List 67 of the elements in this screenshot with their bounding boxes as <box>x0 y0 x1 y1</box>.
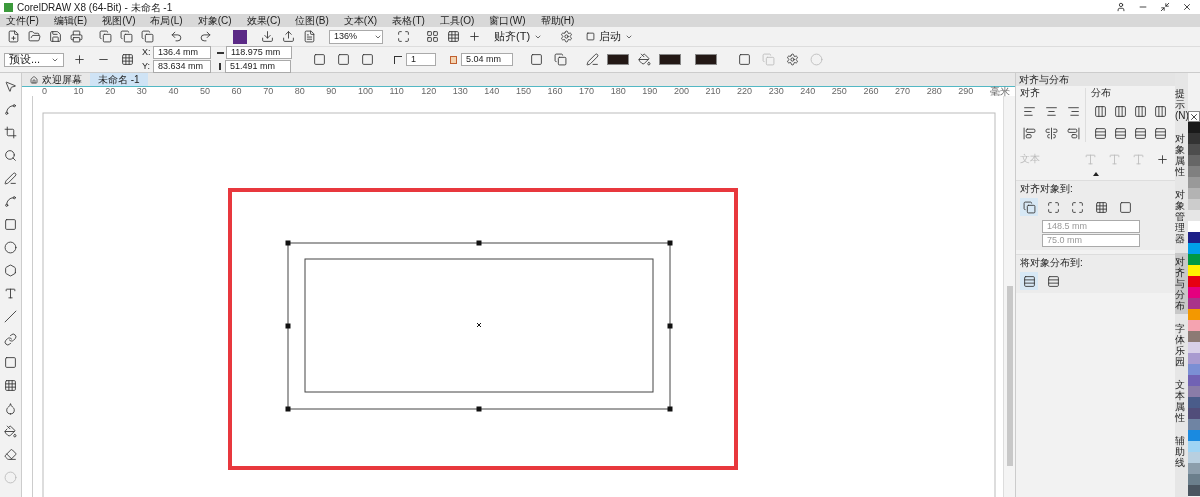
menu-item[interactable]: 视图(V) <box>102 15 136 26</box>
ruler-label: 70 <box>263 87 275 96</box>
distribute-to-heading: 将对象分布到: <box>1020 258 1084 268</box>
ruler-label: 110 <box>389 87 405 96</box>
ruler-label: 150 <box>515 87 532 96</box>
ruler-unit: 毫米 <box>989 87 1010 96</box>
menu-item[interactable]: 文本(X) <box>343 15 378 26</box>
ruler-label: 290 <box>958 87 975 96</box>
ruler-label: 270 <box>895 87 912 96</box>
outline-width-field[interactable]: 5.04 mm <box>461 53 513 66</box>
corner-count-field[interactable]: 1 <box>406 53 436 66</box>
docker-tab[interactable]: 文本属性 <box>1175 376 1188 426</box>
ruler-label: 10 <box>73 87 85 96</box>
ruler-label: 240 <box>800 87 817 96</box>
menu-item[interactable]: 工具(O) <box>439 15 475 26</box>
window-title: CorelDRAW X8 (64-Bit) - 未命名 -1 <box>17 0 173 15</box>
y-position-field[interactable]: 83.634 mm <box>153 60 211 74</box>
ruler-label: 210 <box>705 87 722 96</box>
snap-to-button[interactable]: 贴齐(T) <box>494 28 543 45</box>
ruler-label: 140 <box>484 87 501 96</box>
ruler-label: 180 <box>610 87 627 96</box>
align-to-heading: 对齐对象到: <box>1020 184 1074 194</box>
ruler-label: 280 <box>926 87 943 96</box>
menu-item[interactable]: 文件(F) <box>6 15 39 26</box>
ruler-label: 40 <box>168 87 180 96</box>
y-label: Y: <box>142 60 151 73</box>
ruler-label: 50 <box>199 87 211 96</box>
ruler-label: 200 <box>673 87 690 96</box>
menu-item[interactable]: 对象(C) <box>197 15 232 26</box>
ruler-label: 0 <box>42 87 48 96</box>
ruler-label: 190 <box>642 87 659 96</box>
x-label: X: <box>142 45 151 59</box>
ruler-label: 160 <box>547 87 564 96</box>
ruler-label: 60 <box>231 87 243 96</box>
docker-title: 对齐与分布 <box>1019 74 1069 85</box>
zoom-dropdown[interactable]: 136% <box>329 29 383 44</box>
menu-item[interactable]: 效果(C) <box>246 15 281 26</box>
launch-button[interactable]: 启动 <box>586 28 634 45</box>
ruler-label: 250 <box>831 87 848 96</box>
docker-tab[interactable]: 对象管理器 <box>1175 186 1188 247</box>
menu-item[interactable]: 帮助(H) <box>540 15 575 26</box>
ruler-label: 170 <box>579 87 596 96</box>
ruler-label: 220 <box>737 87 754 96</box>
ruler-label: 120 <box>421 87 438 96</box>
align-heading: 对齐 <box>1020 88 1041 98</box>
width-field[interactable]: 118.975 mm <box>226 46 292 59</box>
menu-item[interactable]: 窗口(W) <box>489 15 526 26</box>
ruler-label: 260 <box>863 87 880 96</box>
ruler-label: 80 <box>294 87 306 96</box>
document-tab[interactable]: 未命名 -1 <box>90 73 148 86</box>
menu-item[interactable]: 布局(L) <box>150 15 183 26</box>
docker-tab[interactable]: 字体乐园 <box>1175 320 1188 370</box>
ruler-label: 90 <box>326 87 338 96</box>
height-field[interactable]: 51.491 mm <box>225 60 291 73</box>
ruler-label: 230 <box>768 87 785 96</box>
ruler-label: 100 <box>357 87 374 96</box>
menu-item[interactable]: 位图(B) <box>295 15 329 26</box>
ruler-label: 130 <box>452 87 469 96</box>
menu-item[interactable]: 表格(T) <box>392 15 425 26</box>
menu-item[interactable]: 编辑(E) <box>53 15 88 26</box>
ruler-label: 20 <box>105 87 117 96</box>
docker-tab[interactable]: 对齐与分布 <box>1175 253 1188 314</box>
distribute-heading: 分布 <box>1091 88 1112 98</box>
docker-tab[interactable]: 对象属性 <box>1175 130 1188 180</box>
preset-dropdown[interactable]: 预设... <box>4 52 64 67</box>
ruler-label: 30 <box>136 87 148 96</box>
x-position-field[interactable]: 136.4 mm <box>153 45 211 59</box>
